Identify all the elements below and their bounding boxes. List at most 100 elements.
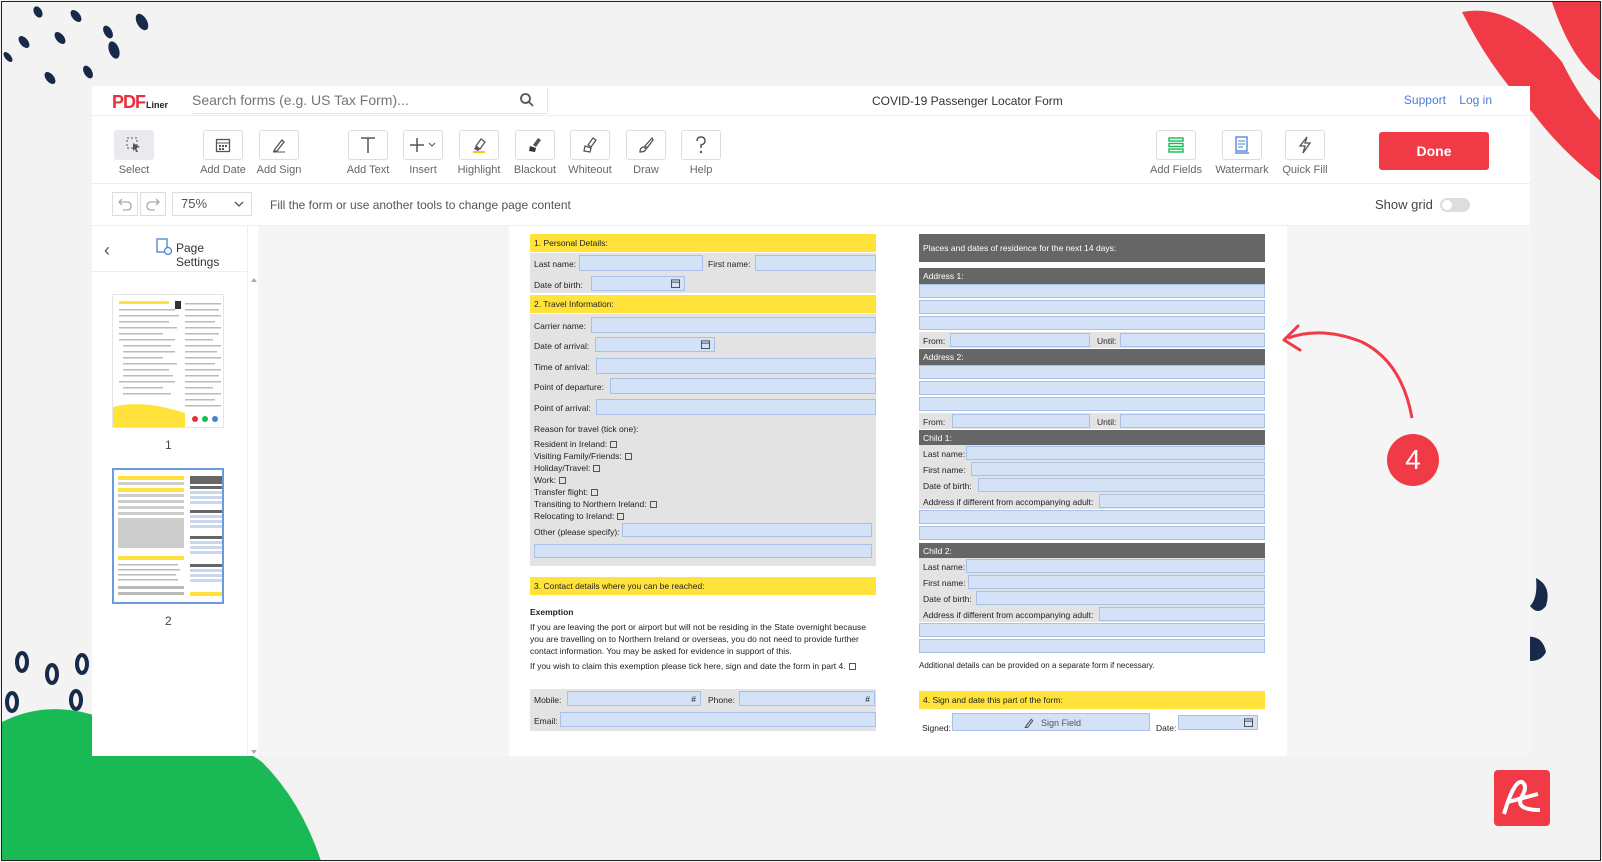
- top-bar: PDFLiner COVID-19 Passenger Locator Form…: [92, 86, 1530, 116]
- address-2-line-3[interactable]: [919, 397, 1265, 411]
- calendar-icon[interactable]: [1244, 718, 1253, 727]
- email-field[interactable]: [560, 712, 876, 727]
- reason-label: Reason for travel (tick one):: [534, 424, 639, 434]
- pdfliner-logo[interactable]: PDFLiner: [112, 92, 168, 113]
- child-2-address-field[interactable]: [1099, 607, 1265, 621]
- redo-icon: [146, 198, 160, 211]
- add-date-tool[interactable]: Add Date: [195, 130, 251, 176]
- other-label: Other (please specify):: [534, 527, 620, 537]
- other-field[interactable]: [622, 523, 872, 537]
- signed-label: Signed:: [922, 723, 951, 733]
- reason-relocating[interactable]: Relocating to Ireland:: [534, 511, 625, 521]
- support-link[interactable]: Support: [1404, 93, 1446, 107]
- search-bar: [192, 88, 548, 114]
- carrier-field[interactable]: [591, 317, 876, 333]
- page-number-2: 2: [165, 614, 172, 628]
- sign-date-field[interactable]: [1178, 715, 1258, 730]
- mobile-field[interactable]: #: [567, 691, 701, 706]
- calendar-icon[interactable]: [671, 279, 680, 288]
- search-input[interactable]: [192, 88, 502, 112]
- plus-icon: [410, 138, 436, 152]
- child-1-address-field[interactable]: [1099, 494, 1265, 508]
- dob-field[interactable]: [591, 276, 685, 291]
- address-2-from-field[interactable]: [952, 414, 1090, 428]
- whiteout-tool[interactable]: Whiteout: [562, 130, 618, 176]
- reason-visiting[interactable]: Visiting Family/Friends:: [534, 451, 632, 461]
- address-2-line-1[interactable]: [919, 365, 1265, 379]
- add-sign-tool[interactable]: Add Sign: [251, 130, 307, 176]
- redo-button[interactable]: [140, 192, 166, 216]
- mobile-label: Mobile:: [534, 695, 562, 705]
- page-settings-link[interactable]: Page Settings: [176, 241, 248, 269]
- blackout-tool[interactable]: Blackout: [507, 130, 563, 176]
- child-1-first-name-label: First name:: [923, 465, 966, 475]
- address-2-until-field[interactable]: [1120, 414, 1265, 428]
- page-settings-icon: [156, 238, 172, 256]
- child-2-address-line-3[interactable]: [919, 639, 1265, 653]
- phone-field[interactable]: #: [739, 691, 875, 706]
- select-tool[interactable]: Select: [106, 130, 162, 176]
- child-2-address-line-2[interactable]: [919, 623, 1265, 637]
- calendar-icon[interactable]: [701, 340, 710, 349]
- point-departure-field[interactable]: [610, 378, 876, 394]
- add-fields-tool[interactable]: Add Fields: [1148, 130, 1204, 176]
- reason-transfer[interactable]: Transfer flight:: [534, 487, 599, 497]
- sidebar-scrollbar[interactable]: [250, 276, 258, 756]
- highlight-tool[interactable]: Highlight: [451, 130, 507, 176]
- insert-tool[interactable]: Insert: [395, 130, 451, 176]
- done-button[interactable]: Done: [1379, 132, 1489, 170]
- reason-transiting[interactable]: Transiting to Northern Ireland:: [534, 499, 657, 509]
- page-thumbnail-2[interactable]: [112, 468, 224, 604]
- pen-icon: [1024, 718, 1034, 729]
- other-field-line-2[interactable]: [534, 544, 872, 558]
- address-1-from-field[interactable]: [950, 333, 1090, 347]
- exemption-text-2: you are travelling on to Northern Irelan…: [530, 634, 859, 644]
- child-1-first-name-field[interactable]: [971, 462, 1265, 476]
- child-2-dob-field[interactable]: [976, 591, 1265, 605]
- show-grid-toggle[interactable]: [1440, 198, 1470, 212]
- address-2-line-2[interactable]: [919, 381, 1265, 395]
- quick-fill-tool[interactable]: Quick Fill: [1277, 130, 1333, 176]
- child-1-dob-label: Date of birth:: [923, 481, 972, 491]
- add-text-tool[interactable]: Add Text: [340, 130, 396, 176]
- point-arrival-field[interactable]: [596, 399, 876, 415]
- last-name-field[interactable]: [579, 255, 703, 271]
- sign-field[interactable]: Sign Field: [952, 713, 1150, 731]
- page-1-preview: [113, 301, 221, 427]
- reason-holiday[interactable]: Holiday/Travel:: [534, 463, 601, 473]
- login-link[interactable]: Log in: [1459, 93, 1492, 107]
- time-arrival-field[interactable]: [596, 358, 876, 374]
- address-1-line-2[interactable]: [919, 300, 1265, 314]
- child-1-address-line-3[interactable]: [919, 526, 1265, 540]
- address-1-line-3[interactable]: [919, 316, 1265, 330]
- highlighter-icon: [473, 138, 486, 153]
- address-1-line-1[interactable]: [919, 284, 1265, 298]
- address-2-until-label: Until:: [1097, 417, 1117, 427]
- child-2-last-name-field[interactable]: [966, 559, 1265, 573]
- watermark-tool[interactable]: Watermark: [1214, 130, 1270, 176]
- reason-work[interactable]: Work:: [534, 475, 567, 485]
- page-thumbnail-1[interactable]: [112, 294, 224, 428]
- search-icon[interactable]: [519, 92, 535, 108]
- pdfliner-corner-logo: [1494, 770, 1550, 826]
- section-contact-details: 3. Contact details where you can be reac…: [530, 577, 876, 595]
- help-tool[interactable]: Help: [673, 130, 729, 176]
- chevron-left-icon[interactable]: ‹: [104, 240, 110, 261]
- undo-icon: [118, 198, 132, 211]
- zoom-select[interactable]: 75%: [172, 192, 252, 216]
- undo-button[interactable]: [112, 192, 138, 216]
- exemption-claim[interactable]: If you wish to claim this exemption plea…: [530, 661, 856, 671]
- select-cursor-icon: [126, 137, 140, 152]
- reason-resident[interactable]: Resident in Ireland:: [534, 439, 618, 449]
- child-1-dob-field[interactable]: [978, 478, 1265, 492]
- child-2-header: Child 2:: [919, 543, 1265, 559]
- child-2-last-name-label: Last name:: [923, 562, 966, 572]
- address-1-until-field[interactable]: [1120, 333, 1265, 347]
- child-2-dob-label: Date of birth:: [923, 594, 972, 604]
- child-1-last-name-field[interactable]: [966, 446, 1265, 460]
- child-1-address-line-2[interactable]: [919, 510, 1265, 524]
- draw-tool[interactable]: Draw: [618, 130, 674, 176]
- date-arrival-field[interactable]: [595, 337, 715, 352]
- child-2-first-name-field[interactable]: [968, 575, 1265, 589]
- first-name-field[interactable]: [755, 255, 876, 271]
